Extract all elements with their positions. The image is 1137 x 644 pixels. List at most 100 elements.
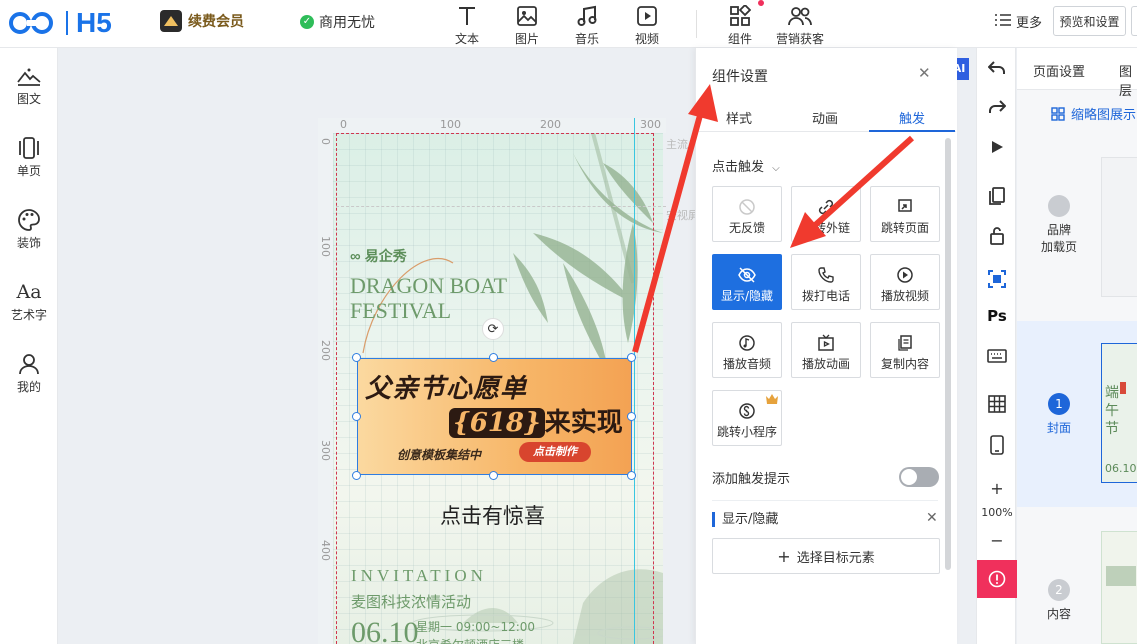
trigger-dropdown[interactable]: 点击触发 ⌵ <box>712 156 780 175</box>
commercial-badge[interactable]: ✓ 商用无忧 <box>300 12 375 32</box>
rotate-icon: ⟳ <box>487 321 499 337</box>
section-divider <box>712 500 938 501</box>
panel-scrollbar[interactable] <box>945 138 951 570</box>
list-icon <box>994 13 1012 31</box>
page-name: 内容 <box>1046 607 1071 621</box>
select-target-button[interactable]: + 选择目标元素 <box>712 538 940 574</box>
lock-icon[interactable] <box>977 225 1017 247</box>
sidebar-item-decoration[interactable]: 装饰 <box>0 206 58 251</box>
tab-style[interactable]: 样式 <box>726 108 752 127</box>
resize-handle[interactable] <box>489 471 498 480</box>
trigger-label: 点击触发 <box>712 160 765 175</box>
hint-toggle[interactable] <box>899 467 939 487</box>
alert-icon[interactable] <box>977 560 1017 598</box>
vip-label: 续费会员 <box>188 14 244 30</box>
resize-handle[interactable] <box>352 353 361 362</box>
sidebar-item-art-text[interactable]: Aa 艺术字 <box>0 278 58 323</box>
preview-settings-button[interactable]: 预览和设置 <box>1053 6 1126 36</box>
ruler-mark: 200 <box>540 118 561 131</box>
dragon-title[interactable]: DRAGON BOAT FESTIVAL <box>350 273 507 323</box>
zoom-in-icon[interactable]: + <box>977 478 1017 498</box>
left-sidebar: 图文 单页 装饰 Aa 艺术字 我的 <box>0 48 58 644</box>
page-icon <box>0 134 58 162</box>
grid-icon[interactable] <box>977 394 1017 414</box>
thumb-title: 端午节 <box>1105 385 1119 437</box>
option-play-animation[interactable]: 播放动画 <box>791 322 861 378</box>
close-icon[interactable]: ✕ <box>918 64 931 82</box>
more-menu[interactable]: 更多 <box>994 12 1042 31</box>
resize-handle[interactable] <box>352 471 361 480</box>
close-icon[interactable]: ✕ <box>926 510 938 526</box>
music-icon <box>564 2 610 30</box>
option-call-phone[interactable]: 拨打电话 <box>791 254 861 310</box>
thumb-date: 06.10 <box>1105 462 1137 475</box>
resize-handle[interactable] <box>489 353 498 362</box>
forbid-icon <box>713 195 781 219</box>
publish-button[interactable] <box>1131 6 1137 36</box>
ruler-top: 0 100 200 300 <box>318 118 666 133</box>
brand-logo[interactable]: ∞ 易企秀 <box>350 246 407 266</box>
option-external-link[interactable]: 跳转外链 <box>791 186 861 242</box>
invitation-text[interactable]: INVITATION <box>351 566 487 586</box>
tool-video[interactable]: 视频 <box>624 2 670 47</box>
resize-handle[interactable] <box>627 353 636 362</box>
surprise-text[interactable]: 点击有惊喜 <box>440 500 545 530</box>
app-logo[interactable]: H5 <box>8 7 112 38</box>
selection-box[interactable] <box>357 358 632 475</box>
ocr-icon[interactable] <box>977 268 1017 290</box>
tool-image[interactable]: 图片 <box>504 2 550 47</box>
mobile-icon[interactable] <box>977 434 1017 456</box>
ruler-mark: 200 <box>319 340 332 361</box>
undo-icon[interactable] <box>977 58 1017 78</box>
option-play-video[interactable]: 播放视频 <box>870 254 940 310</box>
copy-page-icon[interactable] <box>977 185 1017 207</box>
resize-handle[interactable] <box>627 412 636 421</box>
play-icon[interactable] <box>977 137 1017 157</box>
redo-icon[interactable] <box>977 97 1017 117</box>
loading-page-item: 品牌 加载页 <box>1017 195 1101 255</box>
tab-animation[interactable]: 动画 <box>812 108 838 127</box>
ruler-mark: 100 <box>440 118 461 131</box>
thumbnail-mode-toggle[interactable]: 缩略图展示 <box>1051 104 1136 123</box>
tab-page-settings[interactable]: 页面设置 <box>1033 61 1085 80</box>
ps-icon[interactable]: Ps <box>977 306 1017 326</box>
sidebar-item-mine[interactable]: 我的 <box>0 350 58 395</box>
option-jump-page[interactable]: 跳转页面 <box>870 186 940 242</box>
tool-components[interactable]: 组件 <box>717 2 763 47</box>
option-play-audio[interactable]: 播放音频 <box>712 322 782 378</box>
option-no-feedback[interactable]: 无反馈 <box>712 186 782 242</box>
hotel-text[interactable]: 北京希尔顿酒店三楼 <box>416 636 524 644</box>
page-row-loading[interactable]: 品牌 加载页 <box>1017 153 1137 303</box>
tool-music-label: 音乐 <box>574 32 599 46</box>
date-text[interactable]: 06.10 <box>351 616 419 644</box>
video-icon <box>624 2 670 30</box>
resize-handle[interactable] <box>627 471 636 480</box>
keyboard-icon[interactable] <box>977 346 1017 366</box>
resize-handle[interactable] <box>352 412 361 421</box>
page-row-1[interactable]: 1 封面 端午节 06.10 <box>1017 321 1137 507</box>
tool-marketing[interactable]: 营销获客 <box>772 2 828 47</box>
page-item-2: 2 内容 <box>1017 579 1101 622</box>
text-icon <box>444 2 490 30</box>
tool-text[interactable]: 文本 <box>444 2 490 47</box>
sidebar-item-graphic[interactable]: 图文 <box>0 62 58 107</box>
rotate-handle[interactable]: ⟳ <box>482 318 504 340</box>
option-label: 播放音频 <box>722 357 771 371</box>
tab-layers[interactable]: 图层 <box>1119 61 1137 99</box>
loading-spinner-icon <box>1048 195 1070 217</box>
image-icon <box>504 2 550 30</box>
option-show-hide[interactable]: 显示/隐藏 <box>712 254 782 310</box>
option-copy-content[interactable]: 复制内容 <box>870 322 940 378</box>
weekday-text[interactable]: 星期一 09:00~12:00 <box>416 618 535 635</box>
sidebar-item-single-page[interactable]: 单页 <box>0 134 58 179</box>
option-mini-program[interactable]: 跳转小程序 <box>712 390 782 446</box>
company-text[interactable]: 麦图科技浓情活动 <box>351 591 471 612</box>
font-icon: Aa <box>16 281 42 303</box>
ruler-mark: 300 <box>319 440 332 461</box>
zoom-out-icon[interactable]: − <box>977 530 1017 550</box>
tab-trigger[interactable]: 触发 <box>899 108 925 127</box>
vip-renew[interactable]: 续费会员 <box>160 10 244 32</box>
page-row-2[interactable]: 2 内容 <box>1017 521 1137 644</box>
tool-music[interactable]: 音乐 <box>564 2 610 47</box>
side-label: 主流 <box>666 138 688 151</box>
